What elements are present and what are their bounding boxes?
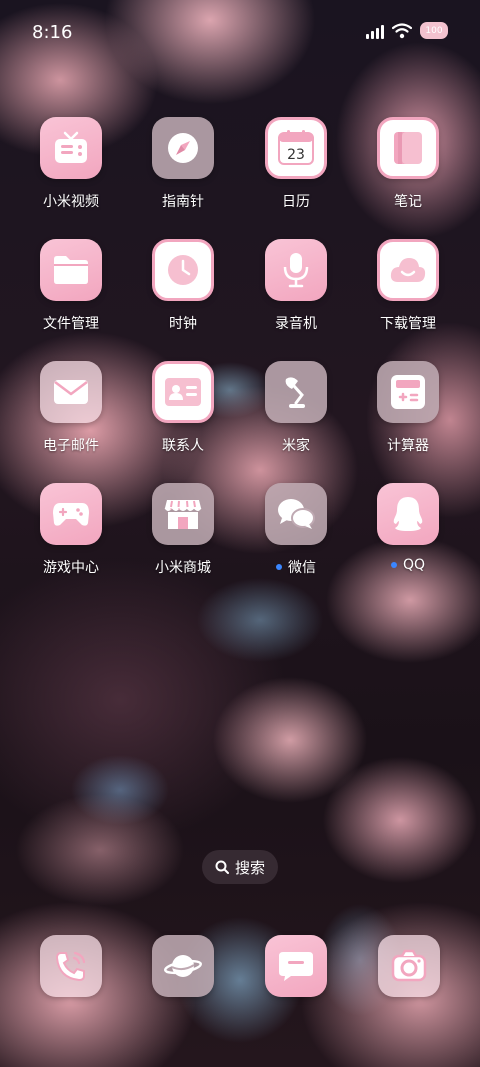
dock-phone[interactable] [40, 935, 102, 997]
app-label-text: 微信 [288, 560, 316, 576]
cloud-download-icon [377, 239, 439, 301]
app-wechat[interactable]: 微信 [240, 483, 352, 593]
calendar-icon: 23 [265, 117, 327, 179]
gamepad-icon [40, 483, 102, 545]
app-compass[interactable]: 指南针 [127, 117, 239, 227]
browser-planet-icon [152, 935, 214, 997]
dock-browser[interactable] [152, 935, 214, 997]
app-mi-video[interactable]: 小米视频 [15, 117, 127, 227]
app-label: 联系人 [162, 438, 204, 454]
calendar-date: 23 [287, 147, 305, 163]
dock-camera[interactable] [378, 935, 440, 997]
app-label-text: QQ [402, 557, 426, 573]
microphone-icon [265, 239, 327, 301]
app-label: 笔记 [394, 194, 422, 210]
qq-penguin-icon [377, 483, 439, 545]
app-label: 米家 [282, 438, 310, 454]
app-label: QQ [390, 557, 426, 573]
app-recorder[interactable]: 录音机 [240, 239, 352, 349]
compass-icon [152, 117, 214, 179]
phone-icon [40, 935, 102, 997]
app-qq[interactable]: QQ [352, 483, 464, 593]
status-icons: 100 [366, 22, 448, 39]
signal-icon [366, 23, 384, 39]
dock-messages[interactable] [265, 935, 327, 997]
app-label: 下载管理 [380, 316, 436, 332]
new-install-dot [276, 564, 282, 570]
desk-lamp-icon [265, 361, 327, 423]
app-label: 时钟 [169, 316, 197, 332]
folder-icon [40, 239, 102, 301]
app-label: 小米视频 [43, 194, 99, 210]
store-icon [152, 483, 214, 545]
app-notes[interactable]: 笔记 [352, 117, 464, 227]
app-label: 计算器 [387, 438, 429, 454]
camera-icon [378, 935, 440, 997]
app-calendar[interactable]: 23 日历 [240, 117, 352, 227]
app-label: 游戏中心 [43, 560, 99, 576]
search-button[interactable]: 搜索 [202, 850, 278, 884]
app-label: 日历 [282, 194, 310, 210]
app-contacts[interactable]: 联系人 [127, 361, 239, 471]
app-label: 录音机 [275, 316, 317, 332]
battery-level: 100 [425, 25, 443, 36]
app-file-manager[interactable]: 文件管理 [15, 239, 127, 349]
app-email[interactable]: 电子邮件 [15, 361, 127, 471]
status-bar: 8:16 100 [0, 0, 480, 68]
app-download-manager[interactable]: 下载管理 [352, 239, 464, 349]
calculator-icon [377, 361, 439, 423]
app-label: 微信 [276, 557, 316, 577]
wechat-icon [265, 483, 327, 545]
app-label: 电子邮件 [43, 438, 99, 454]
battery-icon: 100 [420, 22, 448, 39]
notes-icon [377, 117, 439, 179]
app-game-center[interactable]: 游戏中心 [15, 483, 127, 593]
search-label: 搜索 [234, 858, 265, 877]
clock-icon [152, 239, 214, 301]
status-time: 8:16 [32, 22, 73, 43]
app-clock[interactable]: 时钟 [127, 239, 239, 349]
app-calculator[interactable]: 计算器 [352, 361, 464, 471]
message-icon [265, 935, 327, 997]
app-label: 文件管理 [43, 316, 99, 332]
app-label: 指南针 [162, 194, 204, 210]
mail-icon [40, 361, 102, 423]
app-mijia[interactable]: 米家 [240, 361, 352, 471]
new-install-dot [390, 562, 397, 568]
app-mi-store[interactable]: 小米商城 [127, 483, 239, 593]
search-icon [215, 860, 229, 874]
wifi-icon [392, 22, 412, 38]
tv-icon [40, 117, 102, 179]
app-label: 小米商城 [155, 560, 211, 576]
contact-card-icon [152, 361, 214, 423]
